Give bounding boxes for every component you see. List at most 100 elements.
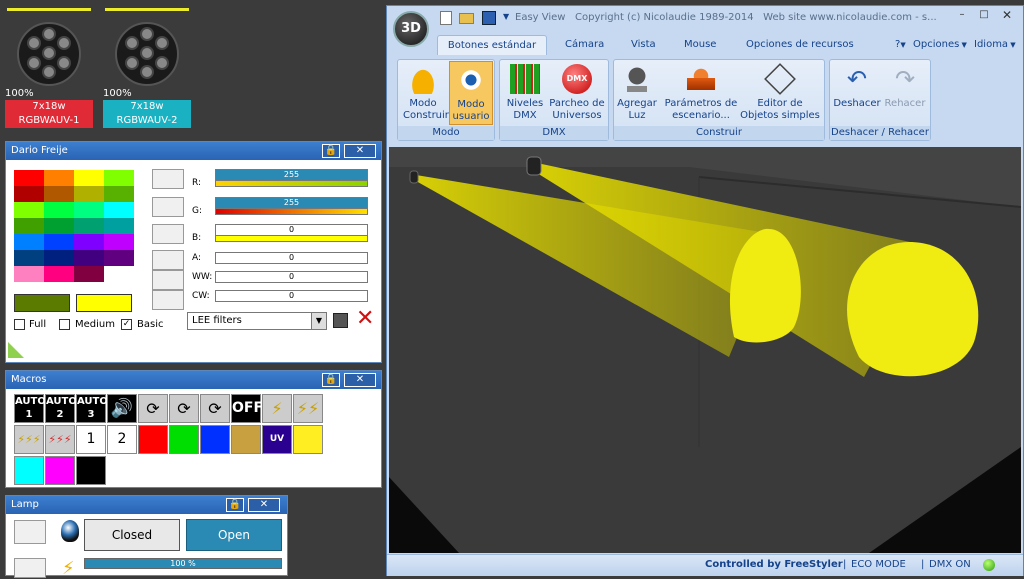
strobe-slow-icon[interactable]: ⚡ (262, 394, 292, 423)
basic-checkbox[interactable]: ✓ (121, 319, 132, 330)
lamp-closed-button[interactable]: Closed (84, 519, 180, 551)
macros-panel-title: Macros 🔒 ✕ (6, 371, 381, 389)
sound-icon[interactable]: 🔊 (107, 394, 137, 423)
status-controlled-by: Controlled by FreeStyler (705, 559, 843, 570)
strobe-med-icon[interactable]: ⚡⚡ (293, 394, 323, 423)
macro-1-button[interactable]: 1 (76, 425, 106, 454)
lock-icon[interactable]: 🔒 (226, 498, 244, 512)
macro-red-button[interactable] (138, 425, 168, 454)
help-menu[interactable]: ?▼ (895, 35, 906, 55)
macro-auto1-button[interactable]: AUTO 1 (14, 394, 46, 423)
lamp-preset-button-2[interactable] (14, 558, 46, 578)
delete-icon[interactable]: ✕ (356, 308, 374, 330)
parametros-de-escenario-button[interactable]: Parámetros de escenario... (661, 64, 741, 122)
green-preset-button[interactable] (152, 197, 184, 217)
medium-checkbox[interactable] (59, 319, 70, 330)
cw-preset-button[interactable] (152, 290, 184, 310)
close-icon[interactable]: ✕ (248, 498, 280, 512)
fixture-1[interactable]: 100% 7x18w RGBWAUV-1 (5, 8, 93, 130)
slider-g[interactable]: 255 (215, 197, 368, 216)
deshacer-button[interactable]: ↶ Deshacer (833, 64, 881, 110)
fixture-lamp-icon (17, 22, 81, 86)
fixture-percent: 100% (103, 88, 132, 99)
macros-panel: Macros 🔒 ✕ AUTO 1 AUTO 2 AUTO 3 🔊 ⟳ ⟳ ⟳ … (5, 370, 382, 488)
slider-label-ww: WW: (192, 272, 213, 282)
macro-black-button[interactable] (76, 456, 106, 485)
close-icon[interactable]: ✕ (344, 373, 376, 387)
selected-color-b[interactable] (76, 294, 132, 312)
3d-viewport[interactable] (389, 147, 1021, 553)
strobe-random-icon[interactable]: ⚡⚡⚡ (45, 425, 75, 454)
basic-label: Basic (137, 319, 164, 330)
fixture-2[interactable]: 100% 7x18w RGBWAUV-2 (103, 8, 191, 130)
chevron-down-icon[interactable]: ▼ (311, 313, 326, 329)
amber-preset-button[interactable] (152, 250, 184, 270)
modo-construir-button[interactable]: Modo Construir (399, 64, 449, 122)
tab-mouse[interactable]: Mouse (684, 35, 716, 55)
maximize-button[interactable]: □ (975, 9, 993, 20)
tab-camara[interactable]: Cámara (565, 35, 604, 55)
macro-magenta-button[interactable] (45, 456, 75, 485)
agregar-luz-button[interactable]: Agregar Luz (615, 64, 659, 122)
medium-label: Medium (75, 319, 115, 330)
save-icon[interactable] (333, 313, 348, 328)
selected-color-a[interactable] (14, 294, 70, 312)
slider-r[interactable]: 255 (215, 169, 368, 188)
modo-usuario-button[interactable]: Modo usuario (449, 61, 493, 125)
lamp-open-button[interactable]: Open (186, 519, 282, 551)
idioma-menu[interactable]: Idioma ▼ (974, 35, 1016, 55)
macro-cyan-button[interactable] (14, 456, 44, 485)
minimize-button[interactable]: – (953, 9, 971, 20)
slider-a[interactable]: 0 (215, 252, 368, 266)
macro-auto3-button[interactable]: AUTO 3 (76, 394, 108, 423)
blue-preset-button[interactable] (152, 224, 184, 244)
fast-icon[interactable]: ⟳ (200, 394, 230, 423)
slider-label-cw: CW: (192, 291, 210, 301)
med-icon[interactable]: ⟳ (169, 394, 199, 423)
fixture-percent: 100% (5, 88, 34, 99)
close-icon[interactable]: ✕ (344, 144, 376, 158)
open-folder-icon[interactable] (459, 13, 474, 24)
macro-blue-button[interactable] (200, 425, 230, 454)
macro-green-button[interactable] (169, 425, 199, 454)
window-title: Easy View Copyright (c) Nicolaudie 1989-… (515, 12, 937, 23)
red-preset-button[interactable] (152, 169, 184, 189)
filter-select[interactable]: LEE filters ▼ (187, 312, 327, 330)
macro-off-button[interactable]: OFF (231, 394, 263, 423)
macro-uv-button[interactable]: UV (262, 425, 292, 454)
quick-access-menu-icon[interactable]: ▼ (503, 12, 509, 21)
parcheo-de-universos-button[interactable]: DMX Parcheo de Universos (547, 64, 607, 122)
lamp-preset-button[interactable] (14, 520, 46, 544)
rehacer-button[interactable]: ↷ Rehacer (881, 64, 929, 110)
lock-icon[interactable]: 🔒 (322, 373, 340, 387)
moving-head-2-icon (526, 156, 542, 176)
slider-label-a: A: (192, 253, 202, 263)
lock-icon[interactable]: 🔒 (322, 144, 340, 158)
full-checkbox[interactable] (14, 319, 25, 330)
slider-cw[interactable]: 0 (215, 290, 368, 304)
strobe-fast-icon[interactable]: ⚡⚡⚡ (14, 425, 44, 454)
tab-opciones-de-recursos[interactable]: Opciones de recursos (746, 35, 854, 55)
opciones-menu[interactable]: Opciones ▼ (913, 35, 967, 55)
close-button[interactable]: ✕ (997, 8, 1017, 22)
slider-label-r: R: (192, 178, 202, 188)
slider-ww[interactable]: 0 (215, 271, 368, 285)
status-separator-2: | (921, 559, 925, 570)
new-icon[interactable] (440, 11, 452, 25)
macro-amber-button[interactable] (231, 425, 261, 454)
tab-botones-estandar[interactable]: Botones estándar (437, 35, 547, 55)
ww-preset-button[interactable] (152, 270, 184, 290)
macro-auto2-button[interactable]: AUTO 2 (45, 394, 77, 423)
slow-icon[interactable]: ⟳ (138, 394, 168, 423)
niveles-dmx-button[interactable]: Niveles DMX (503, 64, 547, 122)
moving-head-1-icon (409, 170, 419, 184)
macro-yellow-button[interactable] (293, 425, 323, 454)
save-icon[interactable] (482, 11, 496, 25)
macro-2-button[interactable]: 2 (107, 425, 137, 454)
dmx-led-icon (983, 559, 995, 571)
tab-vista[interactable]: Vista (631, 35, 656, 55)
editor-de-objetos-simples-button[interactable]: Editor de Objetos simples (739, 63, 821, 122)
slider-label-b: B: (192, 233, 202, 243)
slider-b[interactable]: 0 (215, 224, 368, 243)
app-logo-button[interactable]: 3D (393, 11, 429, 47)
